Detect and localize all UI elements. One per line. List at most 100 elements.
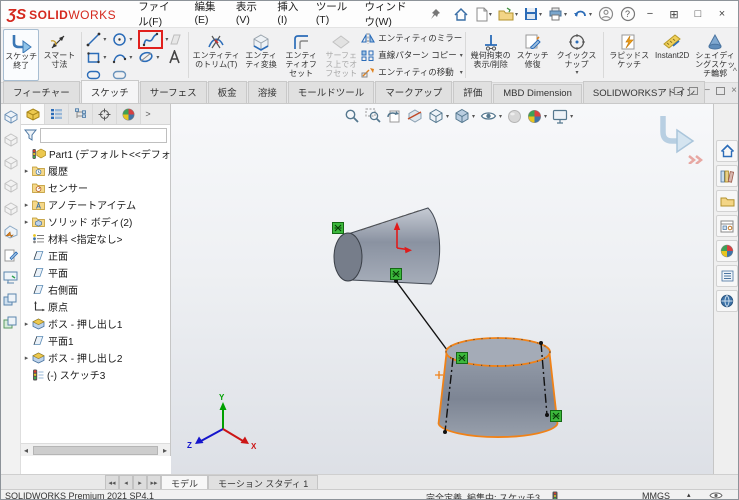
dropdown-icon[interactable]: ▾ [446, 113, 449, 120]
tab-features[interactable]: フィーチャー [3, 81, 80, 103]
convert-entities-button[interactable]: エンティティ変換 [241, 29, 281, 81]
rapid-sketch-button[interactable]: ラピッドスケッチ [606, 29, 652, 81]
tile-right-icon[interactable] [689, 87, 698, 95]
dropdown-icon[interactable]: ▾ [103, 54, 106, 61]
expand-icon[interactable]: ▸ [21, 354, 32, 362]
tab-evaluate[interactable]: 評価 [453, 81, 492, 103]
quick-snaps-button[interactable]: クイックスナップ ▾ [552, 29, 602, 81]
tree-item-right-plane[interactable]: 右側面 [21, 281, 170, 298]
dropdown-icon[interactable]: ▾ [589, 11, 592, 18]
tree-item-history[interactable]: ▸ 履歴 [21, 162, 170, 179]
lower-frustum-body[interactable] [435, 338, 558, 437]
tree-root-part[interactable]: Part1 (デフォルト<<デフォルト>_表示状態 1> [21, 145, 170, 162]
sketch-line-connector[interactable] [394, 279, 455, 360]
doc-restore-button[interactable] [716, 87, 725, 95]
move-entities-button[interactable]: エンティティの移動▾ [361, 66, 462, 78]
featuremanager-tree-tab[interactable] [21, 104, 45, 124]
propertymanager-tab[interactable] [45, 104, 69, 124]
circle-tool[interactable]: ▾ [110, 30, 136, 48]
units-selector[interactable]: MMGS [642, 491, 670, 500]
tree-item-material[interactable]: 材料 <指定なし> [21, 230, 170, 247]
tile-left-icon[interactable] [674, 87, 683, 95]
tree-item-sensors[interactable]: センサー [21, 179, 170, 196]
trim-entities-button[interactable]: エンティティのトリム(T) [191, 29, 241, 81]
dock-cube-icon[interactable] [4, 156, 18, 170]
tab-markup[interactable]: マークアップ [375, 81, 452, 103]
dock-cube-icon[interactable] [4, 133, 18, 147]
model-scene[interactable]: Y Z X [171, 104, 713, 474]
dropdown-icon[interactable]: ▾ [489, 11, 492, 18]
exit-sketch-button[interactable]: スケッチ終了 [3, 29, 39, 81]
ellipse-tool[interactable]: ▾ [136, 48, 166, 66]
dropdown-icon[interactable]: ▾ [576, 70, 579, 77]
dropdown-icon[interactable]: ▾ [515, 11, 518, 18]
expand-icon[interactable]: ▸ [21, 320, 32, 328]
view-orientation-button[interactable]: ▾ [427, 107, 450, 125]
zoom-to-area-button[interactable] [364, 107, 382, 125]
open-button[interactable]: ▾ [496, 6, 520, 22]
view-cube-icon[interactable] [4, 110, 18, 124]
display-style-button[interactable]: ▾ [453, 107, 476, 125]
restore-button[interactable]: ⊞ [662, 8, 686, 21]
expand-icon[interactable]: ▸ [21, 167, 32, 175]
dropdown-icon[interactable]: ▾ [564, 11, 567, 18]
dropdown-icon[interactable]: ▾ [129, 54, 132, 61]
design-library-icon[interactable] [716, 165, 738, 187]
view-palette-icon[interactable] [716, 215, 738, 237]
dropdown-icon[interactable]: ▾ [472, 113, 475, 120]
save-button[interactable]: ▾ [522, 6, 544, 22]
tab-sheet-metal[interactable]: 板金 [208, 81, 247, 103]
dropdown-icon[interactable]: ▾ [460, 69, 463, 76]
layered-bodies-icon[interactable] [3, 293, 18, 307]
model-tab[interactable]: モデル [161, 475, 208, 489]
dropdown-icon[interactable]: ▾ [499, 113, 502, 120]
section-view-button[interactable] [406, 107, 424, 125]
tree-item-top-plane[interactable]: 平面 [21, 264, 170, 281]
tree-horizontal-scrollbar[interactable]: ◂ ▸ [21, 443, 170, 456]
repair-sketch-button[interactable]: スケッチ修復 [514, 29, 552, 81]
linear-pattern-button[interactable]: 直線パターン コピー▾ [361, 49, 462, 61]
scrollbar-thumb[interactable] [33, 446, 158, 455]
doc-close-button[interactable]: × [731, 87, 737, 95]
dropdown-icon[interactable]: ▾ [103, 36, 106, 43]
home-tab-icon[interactable] [716, 140, 738, 162]
home-button[interactable] [451, 6, 471, 23]
tab-mbd-dimension[interactable]: MBD Dimension [493, 84, 582, 103]
user-account-button[interactable] [596, 5, 616, 23]
zoom-to-fit-button[interactable] [343, 107, 361, 125]
tab-mold-tools[interactable]: モールドツール [288, 81, 375, 103]
tab-surfaces[interactable]: サーフェス [140, 81, 207, 103]
display-relations-button[interactable]: 幾何拘束の表示/削除 [468, 29, 514, 81]
mirror-entities-button[interactable]: エンティティのミラー [361, 32, 462, 44]
scroll-right-arrow[interactable]: ▸ [160, 446, 170, 455]
sketch-tools-icon[interactable] [4, 248, 18, 262]
file-explorer-icon[interactable] [716, 190, 738, 212]
layered-bodies-icon[interactable] [3, 316, 18, 330]
dropdown-icon[interactable]: ▾ [156, 54, 159, 61]
edit-component-icon[interactable] [4, 225, 18, 239]
doc-minimize-button[interactable]: − [704, 87, 710, 95]
minimize-button[interactable]: − [638, 8, 662, 20]
motion-study-tab[interactable]: モーション スタディ 1 [208, 475, 318, 489]
dropdown-icon[interactable]: ▾ [570, 113, 573, 120]
spline-tool-highlighted[interactable]: ▾ [136, 30, 166, 48]
arc-tool[interactable]: ▾ [110, 48, 136, 66]
help-button[interactable]: ? [618, 5, 638, 23]
dock-cube-icon[interactable] [4, 202, 18, 216]
forum-icon[interactable] [716, 290, 738, 312]
tree-item-solid-bodies[interactable]: ▸ ソリッド ボディ(2) [21, 213, 170, 230]
tab-weldments[interactable]: 溶接 [248, 81, 287, 103]
dropdown-icon[interactable]: ▾ [539, 11, 542, 18]
view-settings-button[interactable]: ▾ [551, 108, 574, 125]
line-tool[interactable]: ▾ [84, 30, 110, 48]
upper-cone-body[interactable] [334, 208, 440, 284]
scroll-left-arrow[interactable]: ◂ [21, 446, 31, 455]
expand-icon[interactable]: ▸ [21, 218, 32, 226]
rectangle-tool[interactable]: ▾ [84, 48, 110, 66]
next-tab-button[interactable]: ▸ [133, 475, 147, 489]
expand-icon[interactable]: ▸ [21, 201, 32, 209]
status-eye-icon[interactable] [709, 491, 723, 500]
tree-item-boss-extrude2[interactable]: ▸ ボス - 押し出し2 [21, 349, 170, 366]
previous-view-button[interactable] [385, 107, 403, 125]
dropdown-icon[interactable]: ▾ [129, 36, 132, 43]
